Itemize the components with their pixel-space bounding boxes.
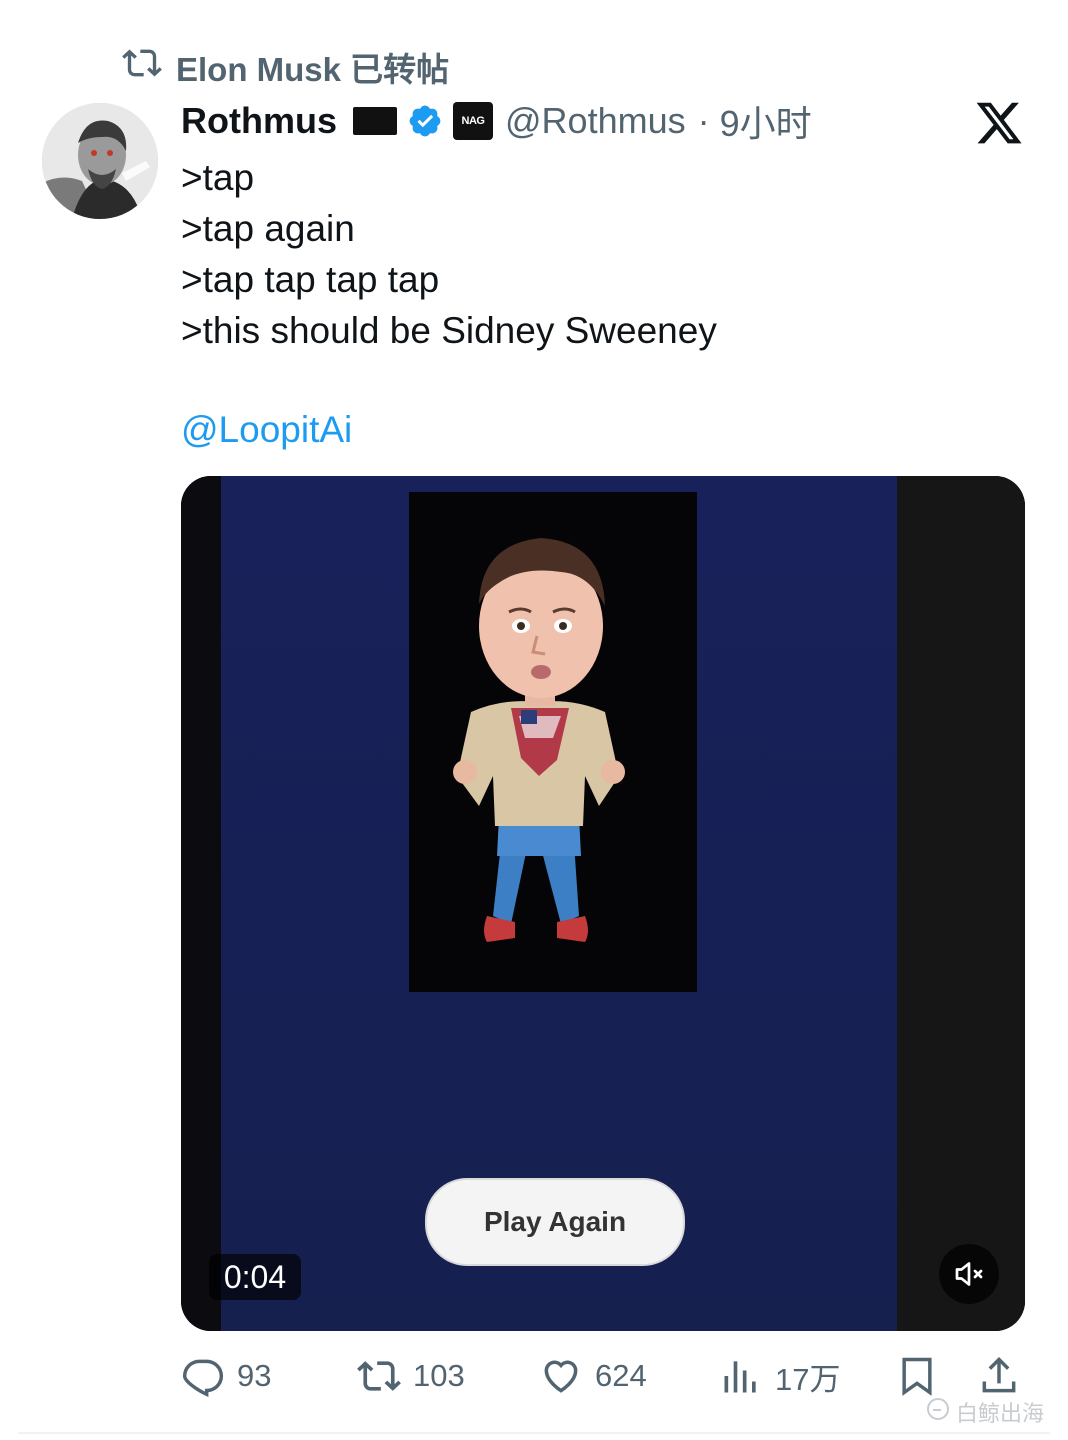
author-name[interactable]: Rothmus [181,100,337,142]
muted-speaker-icon [955,1262,983,1286]
video-duration: 0:04 [209,1254,301,1300]
views-button[interactable]: 17万 [719,1348,840,1404]
repost-icon [122,43,162,91]
org-badge-label: NAG [461,115,485,127]
black-flag-emoji [353,107,397,135]
reply-button[interactable]: 93 [181,1348,271,1404]
like-count: 624 [595,1358,647,1393]
action-bar: 93 103 624 17万 [181,1348,1027,1404]
view-count: 17万 [775,1361,841,1397]
share-icon [977,1354,1021,1398]
repost-button[interactable]: 103 [357,1348,465,1404]
reply-icon [181,1354,225,1398]
author-handle[interactable]: @Rothmus [505,100,686,142]
watermark-logo-icon [926,1397,950,1427]
repost-count: 103 [413,1358,465,1393]
mute-button[interactable] [939,1244,999,1304]
post-line: >this should be Sidney Sweeney [181,310,717,351]
org-badge[interactable]: NAG [453,102,493,140]
watermark-text: 白鲸出海 [956,1401,1045,1426]
repost-indicator[interactable]: Elon Musk 已转帖 [122,44,449,90]
video-player[interactable]: Play Again 0:04 [181,476,1025,1331]
post-line: >tap again [181,208,355,249]
avatar[interactable] [42,103,158,219]
post-header: Rothmus NAG @Rothmus · 9小时 [181,96,812,146]
verified-badge-icon[interactable] [407,103,443,139]
play-again-button[interactable]: Play Again [425,1178,685,1266]
bookmark-icon [895,1354,939,1398]
watermark: 白鲸出海 [926,1396,1044,1428]
mention-link[interactable]: @LoopitAi [181,404,352,455]
analytics-icon [719,1354,763,1398]
like-button[interactable]: 624 [539,1348,647,1404]
post-line: >tap tap tap tap [181,259,440,300]
heart-icon [539,1354,583,1398]
reply-count: 93 [237,1358,272,1393]
separator-dot: · [697,100,710,141]
x-logo-icon [974,98,1024,148]
repost-icon [357,1354,401,1398]
repost-text: Elon Musk 已转帖 [176,51,450,88]
bottom-divider [18,1432,1050,1434]
post-text: >tap >tap again >tap tap tap tap >this s… [181,152,717,356]
post-line: >tap [181,157,255,198]
post-time[interactable]: 9小时 [720,95,812,147]
